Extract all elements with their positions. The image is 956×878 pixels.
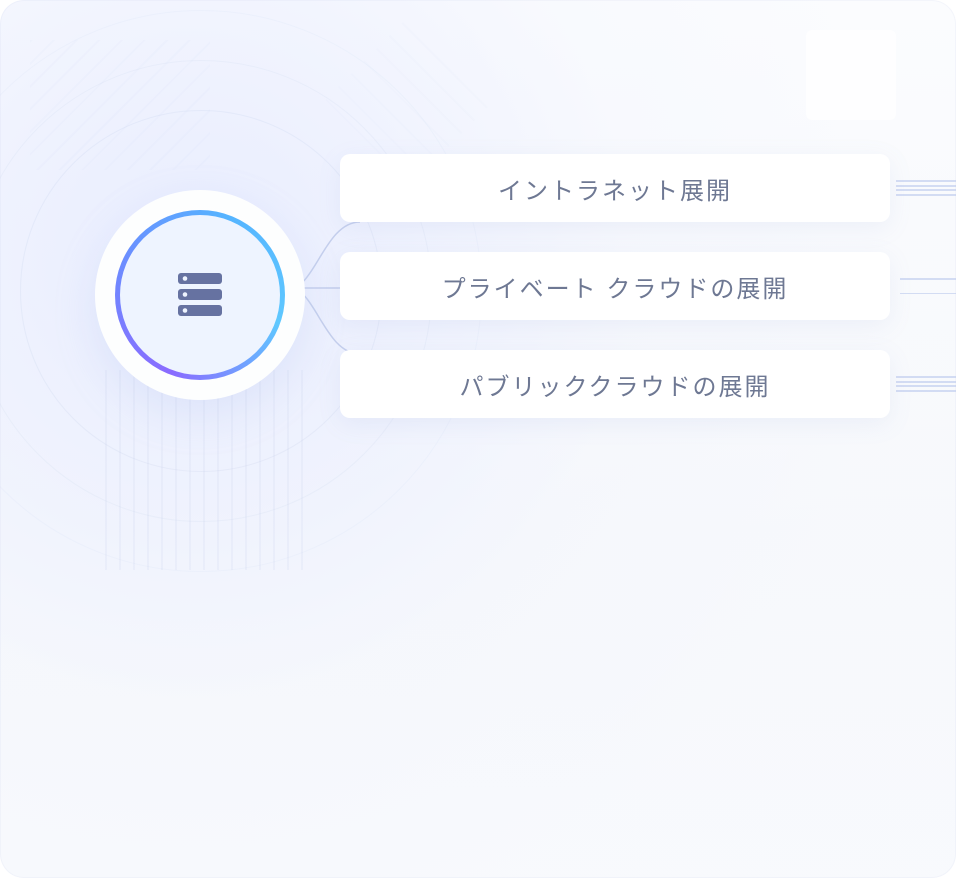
decorative-stripes bbox=[30, 40, 210, 170]
option-label: パブリッククラウドの展開 bbox=[459, 367, 770, 402]
deployment-options-list: イントラネット展開 プライベート クラウドの展開 パブリッククラウドの展開 bbox=[340, 154, 890, 418]
hub-inner bbox=[120, 215, 280, 375]
hub-circle bbox=[95, 190, 305, 400]
option-label: イントラネット展開 bbox=[498, 171, 732, 206]
option-public-cloud: パブリッククラウドの展開 bbox=[340, 350, 890, 418]
option-private-cloud: プライベート クラウドの展開 bbox=[340, 252, 890, 320]
decorative-stripes bbox=[105, 370, 305, 570]
deployment-diagram-card: イントラネット展開 プライベート クラウドの展開 パブリッククラウドの展開 bbox=[0, 0, 956, 878]
decorative-line-stub bbox=[896, 376, 956, 392]
decorative-line-stub bbox=[900, 278, 956, 294]
decorative-block bbox=[806, 30, 896, 120]
hub-gradient-ring bbox=[115, 210, 285, 380]
option-intranet: イントラネット展開 bbox=[340, 154, 890, 222]
decorative-line-stub bbox=[896, 180, 956, 196]
server-icon bbox=[174, 271, 226, 319]
option-label: プライベート クラウドの展開 bbox=[442, 269, 789, 304]
